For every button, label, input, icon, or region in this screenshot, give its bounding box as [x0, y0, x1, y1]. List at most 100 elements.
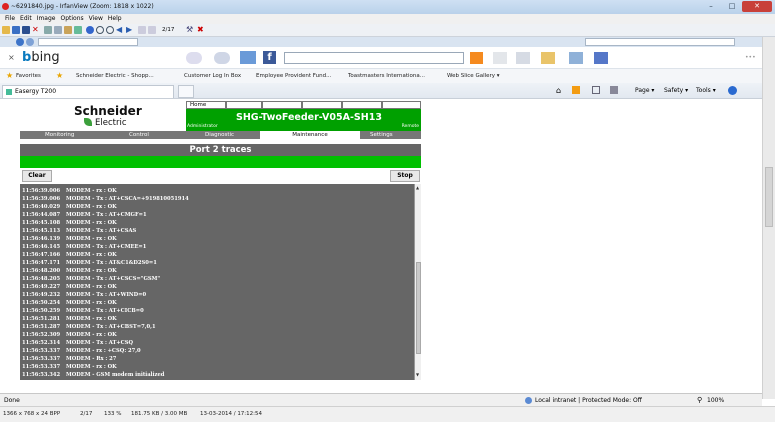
mail-icon[interactable] [240, 51, 256, 64]
menu-view[interactable]: View [89, 14, 103, 24]
stop-button[interactable]: Stop [390, 170, 420, 182]
print-icon[interactable] [610, 86, 618, 94]
log-timestamp: 11:56:48.205 [22, 276, 61, 282]
tools-icon[interactable]: ⚒ [186, 26, 194, 34]
last-page-icon[interactable] [148, 26, 156, 34]
window-scroll-thumb[interactable] [765, 167, 773, 227]
menu-image[interactable]: Image [37, 14, 56, 24]
close-toolbar-icon[interactable]: × [8, 53, 15, 62]
paste-icon[interactable] [64, 26, 72, 34]
like-icon[interactable] [493, 52, 507, 64]
favorites-button[interactable]: Favorites [16, 73, 41, 79]
next-icon[interactable]: ▶ [126, 26, 134, 34]
minimize-button[interactable]: – [700, 1, 722, 12]
zoom-out-icon[interactable] [106, 26, 114, 34]
exit-icon[interactable]: ✖ [197, 26, 205, 34]
nav-monitoring[interactable]: Monitoring [45, 131, 74, 139]
new-tab-button[interactable] [178, 85, 194, 98]
copy-icon[interactable] [54, 26, 62, 34]
iv-toolbar: ✕ ◀ ▶ 2/17 ⚒ ✖ [0, 24, 775, 37]
log-timestamp: 11:56:53.337 [22, 348, 61, 354]
first-page-icon[interactable] [138, 26, 146, 34]
nav-maintenance[interactable]: Maintenance [260, 131, 360, 139]
nav-settings[interactable]: Settings [370, 131, 393, 139]
top-menu-cell-2[interactable] [226, 101, 262, 109]
fav-link-customer[interactable]: Customer Log In Box [184, 73, 241, 79]
apps-icon[interactable] [569, 52, 583, 64]
top-menu-cell-5[interactable] [342, 101, 382, 109]
clear-button[interactable]: Clear [22, 170, 52, 182]
zoom-text[interactable]: 100% [707, 397, 724, 404]
log-timestamp: 11:56:52.314 [22, 340, 61, 346]
scroll-down-arrow[interactable]: ▼ [416, 372, 419, 377]
home-link[interactable]: Home [186, 101, 226, 109]
chat-icon[interactable] [594, 52, 608, 64]
image-size: 181.75 KB / 3.00 MB [131, 411, 188, 417]
safety-menu[interactable]: Safety ▾ [664, 87, 688, 94]
weather-icon[interactable] [186, 52, 202, 64]
menu-file[interactable]: File [5, 14, 15, 24]
log-timestamp: 11:56:45.108 [22, 220, 61, 226]
cut-icon[interactable] [44, 26, 52, 34]
menu-edit[interactable]: Edit [20, 14, 32, 24]
translate-icon[interactable] [541, 52, 555, 64]
info-icon[interactable] [86, 26, 94, 34]
scroll-thumb[interactable] [416, 262, 421, 354]
delete-icon[interactable]: ✕ [32, 26, 40, 34]
trace-log[interactable]: 11:56:39.006 MODEM - rx : OK 11:56:39.006 M… [20, 184, 414, 380]
log-line: 11:56:53.337 MODEM - rx : +CSQ: 27,0 [22, 348, 141, 354]
trace-log-scrollbar[interactable]: ▲ ▼ [414, 184, 421, 380]
log-line: 11:56:48.200 MODEM - rx : OK [22, 268, 117, 274]
forward-icon[interactable] [26, 38, 34, 46]
nav-control[interactable]: Control [129, 131, 149, 139]
tab-easergy[interactable]: Easergy T200 [2, 85, 174, 98]
fav-link-toastmasters[interactable]: Toastmasters Internationa... [348, 73, 425, 79]
menu-help[interactable]: Help [108, 14, 122, 24]
close-button[interactable]: ✕ [742, 1, 772, 12]
log-line: 11:56:45.108 MODEM - rx : OK [22, 220, 117, 226]
log-line: 11:56:53.342 MODEM - GSM modem initialize… [22, 372, 164, 378]
maximize-button[interactable]: □ [722, 1, 742, 12]
help-icon[interactable] [728, 86, 737, 95]
nav-diagnostic[interactable]: Diagnostic [205, 131, 234, 139]
log-timestamp: 11:56:51.287 [22, 324, 61, 330]
log-message: MODEM - Rx : 27 [66, 356, 117, 362]
zone-text[interactable]: Local intranet | Protected Mode: Off [535, 397, 642, 404]
top-menu-cell-6[interactable] [382, 101, 421, 109]
fav-link-epf[interactable]: Employee Provident Fund... [256, 73, 331, 79]
fav-link-schneider[interactable]: Schneider Electric - Shopp... [76, 73, 154, 79]
favorites-star-icon[interactable]: ★ [6, 71, 13, 80]
feeds-icon[interactable] [572, 86, 580, 94]
mail-command-icon[interactable] [592, 86, 600, 94]
address-field[interactable] [38, 38, 138, 46]
undo-icon[interactable] [74, 26, 82, 34]
top-menu-cell-4[interactable] [302, 101, 342, 109]
window-scrollbar[interactable] [762, 37, 775, 399]
back-icon[interactable] [16, 38, 24, 46]
search-box-right[interactable] [585, 38, 735, 46]
bing-search-input[interactable] [284, 52, 464, 64]
log-line: 11:56:48.205 MODEM - Tx : AT+CSCS="GSM" [22, 276, 160, 282]
log-line: 11:56:46.139 MODEM - rx : OK [22, 236, 117, 242]
tab-bar: Easergy T200 ⌂ Page ▾ Safety ▾ Tools ▾ [0, 83, 762, 99]
weather-icon-2[interactable] [214, 52, 230, 64]
fav-link-webslice[interactable]: Web Slice Gallery ▾ [447, 73, 500, 79]
slideshow-icon[interactable] [12, 26, 20, 34]
log-line: 11:56:51.281 MODEM - rx : OK [22, 316, 117, 322]
top-menu-cell-3[interactable] [262, 101, 302, 109]
bing-search-button[interactable] [470, 52, 483, 64]
menu-options[interactable]: Options [60, 14, 83, 24]
home-icon[interactable]: ⌂ [556, 86, 561, 95]
scroll-up-arrow[interactable]: ▲ [416, 185, 419, 190]
tools-menu[interactable]: Tools ▾ [696, 87, 716, 94]
facebook-icon[interactable]: f [263, 51, 276, 64]
zoom-in-icon[interactable] [96, 26, 104, 34]
save-icon[interactable] [22, 26, 30, 34]
share-icon[interactable] [516, 52, 530, 64]
more-icon[interactable]: ••• [745, 54, 756, 61]
add-favorites-icon[interactable]: ★ [56, 71, 63, 80]
log-timestamp: 11:56:50.259 [22, 308, 61, 314]
prev-icon[interactable]: ◀ [116, 26, 124, 34]
page-menu[interactable]: Page ▾ [635, 87, 654, 94]
open-icon[interactable] [2, 26, 10, 34]
